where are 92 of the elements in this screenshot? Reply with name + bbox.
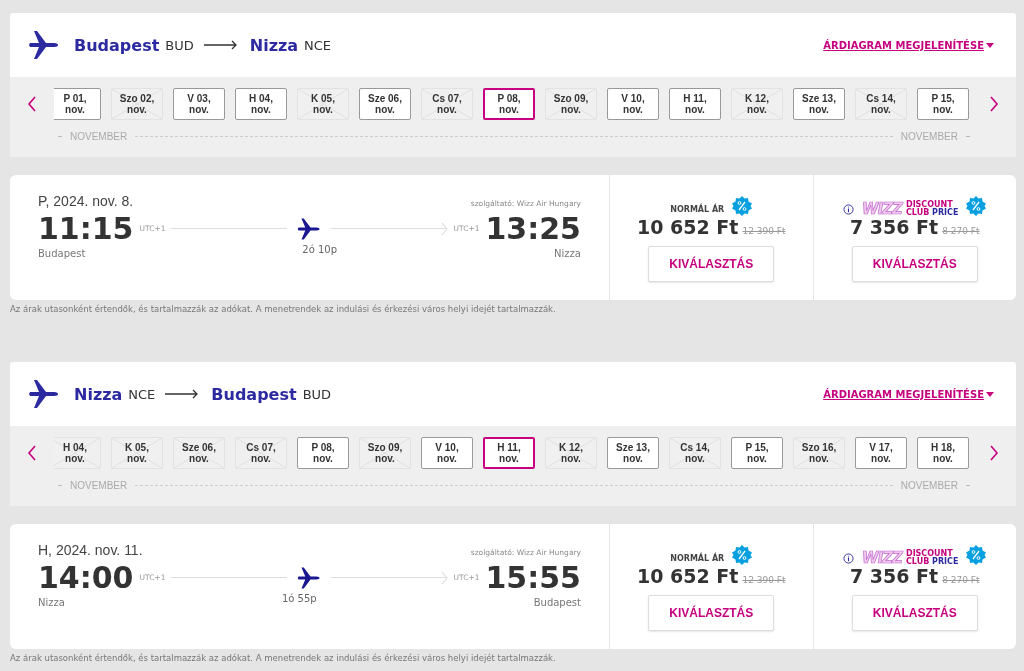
disclaimer-text: Az árak utasonként értendők, és tartalmazzák az adókat. A menetrendek az indulási és érkezési város helyi idejét tartalmazzák. <box>10 304 557 314</box>
date-tile[interactable]: Sze 06, nov. <box>359 88 411 120</box>
date-tile[interactable]: H 11, nov. <box>669 88 721 120</box>
arrival-time: 15:55 <box>485 560 581 595</box>
airplane-icon <box>28 378 60 410</box>
date-tile[interactable]: K 05, nov. <box>111 437 163 469</box>
flight-date: P, 2024. nov. 8. <box>38 193 134 209</box>
date-tile[interactable]: Cs 14, nov. <box>669 437 721 469</box>
date-tile[interactable]: Cs 14, nov. <box>855 88 907 120</box>
date-tile[interactable]: H 18, nov. <box>917 437 969 469</box>
select-button[interactable]: KIVÁLASZTÁS <box>851 246 978 282</box>
club-logo: WIZZ <box>862 200 902 218</box>
fare-price: 10 652 Ft <box>637 216 739 238</box>
discount-badge-icon <box>732 196 753 216</box>
date-tile[interactable]: Sze 13, nov. <box>793 88 845 120</box>
select-button[interactable]: KIVÁLASZTÁS <box>648 246 775 282</box>
select-button[interactable]: KIVÁLASZTÁS <box>648 595 775 631</box>
date-tile[interactable]: V 10, nov. <box>421 437 473 469</box>
fare-label: NORMÁL ÁR <box>670 204 725 214</box>
arrival-city: Nizza <box>554 248 581 259</box>
fare-price: 10 652 Ft <box>637 565 739 587</box>
departure-city: Budapest <box>38 248 86 259</box>
discount-badge-icon <box>966 545 987 565</box>
club-logo-text: DISCOUNT <box>906 201 954 209</box>
date-tile[interactable]: Szo 09, nov. <box>545 88 597 120</box>
destination-city: Budapest <box>211 384 297 404</box>
discount-badge-icon <box>966 196 987 216</box>
departure-time: 14:00 <box>38 560 134 595</box>
flight-duration: 2ó 10p <box>302 244 338 257</box>
arrow-icon <box>203 40 238 50</box>
destination-code: BUD <box>302 386 332 402</box>
date-tile[interactable]: P 01, nov. <box>54 88 101 120</box>
origin-city: Nizza <box>74 384 123 404</box>
date-tile[interactable]: V 17, nov. <box>855 437 907 469</box>
caret-icon <box>986 391 994 397</box>
club-logo-text: CLUB PRICE <box>906 209 959 217</box>
caret-icon <box>986 42 994 48</box>
fare-price: 7 356 Ft <box>850 216 939 238</box>
date-tile[interactable]: K 12, nov. <box>545 437 597 469</box>
date-tile[interactable]: V 03, nov. <box>173 88 225 120</box>
old-price: 8 270 Ft <box>942 226 980 236</box>
old-price: 12 390 Ft <box>742 575 786 585</box>
month-label: NOVEMBER <box>70 480 128 491</box>
arrival-city: Budapest <box>533 597 581 608</box>
discount-badge-icon <box>732 545 753 565</box>
date-tile[interactable]: Cs 07, nov. <box>235 437 287 469</box>
date-tile[interactable]: K 12, nov. <box>731 88 783 120</box>
old-price: 8 270 Ft <box>942 575 980 585</box>
club-logo-text: DISCOUNT <box>906 550 954 558</box>
fare-price: 7 356 Ft <box>850 565 939 587</box>
date-tile[interactable]: H 04, nov. <box>235 88 287 120</box>
date-tile[interactable]: V 10, nov. <box>607 88 659 120</box>
origin-code: BUD <box>165 37 194 53</box>
price-chart-link[interactable]: ÁRDIAGRAM MEGJELENÍTÉSE <box>823 388 984 400</box>
departure-time: 11:15 <box>38 211 134 246</box>
date-tile[interactable]: P 08, nov. <box>297 437 349 469</box>
date-tile[interactable]: H 11, nov. <box>483 437 535 469</box>
flight-date: H, 2024. nov. 11. <box>38 542 143 558</box>
date-tile[interactable]: P 15, nov. <box>917 88 969 120</box>
date-tile[interactable]: Szo 02, nov. <box>111 88 163 120</box>
date-tile[interactable]: K 05, nov. <box>297 88 349 120</box>
old-price: 12 390 Ft <box>742 226 786 236</box>
date-tile[interactable]: Szo 09, nov. <box>359 437 411 469</box>
destination-code: NCE <box>304 37 332 53</box>
date-tile[interactable]: P 15, nov. <box>731 437 783 469</box>
date-tile[interactable]: Sze 06, nov. <box>173 437 225 469</box>
date-tile[interactable]: Sze 13, nov. <box>607 437 659 469</box>
month-label: NOVEMBER <box>900 480 958 491</box>
flight-duration: 1ó 55p <box>281 593 317 606</box>
price-chart-link[interactable]: ÁRDIAGRAM MEGJELENÍTÉSE <box>823 39 984 51</box>
info-icon[interactable] <box>843 203 855 215</box>
date-tile[interactable]: P 08, nov. <box>483 88 535 120</box>
disclaimer-text: Az árak utasonként értendők, és tartalmazzák az adókat. A menetrendek az indulási és érkezési város helyi idejét tartalmazzák. <box>10 653 557 663</box>
fare-label: NORMÁL ÁR <box>670 553 725 563</box>
airplane-icon <box>296 216 321 241</box>
club-logo: WIZZ <box>862 549 902 567</box>
arrival-time: 13:25 <box>485 211 581 246</box>
select-button[interactable]: KIVÁLASZTÁS <box>851 595 978 631</box>
origin-code: NCE <box>128 386 156 402</box>
date-tile[interactable]: Szo 16, nov. <box>793 437 845 469</box>
airplane-icon <box>28 29 60 61</box>
date-tile[interactable]: Cs 07, nov. <box>421 88 473 120</box>
info-icon[interactable] <box>843 552 855 564</box>
airplane-icon <box>296 565 321 590</box>
date-tile[interactable]: H 04, nov. <box>54 437 101 469</box>
month-label: NOVEMBER <box>900 131 958 142</box>
departure-city: Nizza <box>38 597 65 608</box>
month-label: NOVEMBER <box>70 131 128 142</box>
arrow-icon <box>165 389 200 399</box>
club-logo-text: CLUB PRICE <box>906 558 959 566</box>
destination-city: Nizza <box>249 35 299 55</box>
origin-city: Budapest <box>74 35 160 55</box>
